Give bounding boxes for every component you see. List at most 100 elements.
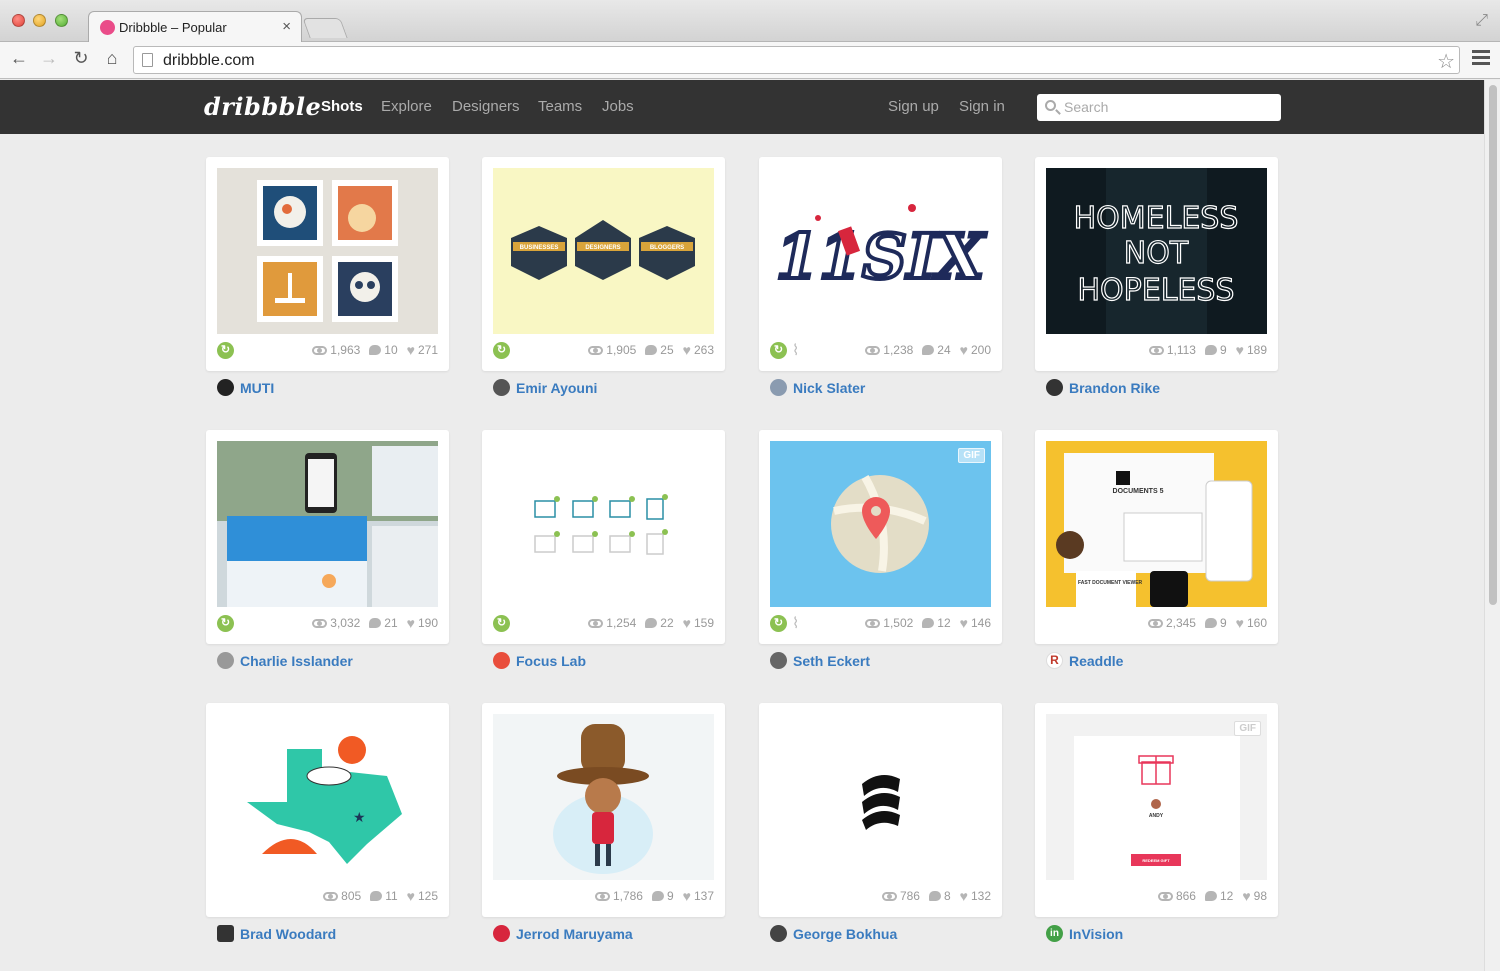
player-link[interactable]: Charlie Isslander [217,652,353,669]
shot-thumbnail[interactable] [217,441,438,607]
shot-card: ↻ 1,254 22 ♥ 159 [482,430,725,644]
search-box[interactable] [1037,94,1281,121]
comments-stat[interactable]: 24 [922,343,951,357]
player-link[interactable]: in InVision [1046,925,1123,942]
player-name[interactable]: InVision [1069,926,1123,942]
rebound-icon[interactable]: ↻ [217,615,234,632]
likes-stat[interactable]: ♥ 146 [960,616,991,630]
likes-stat[interactable]: ♥ 190 [407,616,438,630]
likes-stat[interactable]: ♥ 137 [683,889,714,903]
likes-stat[interactable]: ♥ 98 [1242,889,1267,903]
player-name[interactable]: Emir Ayouni [516,380,597,396]
rebound-icon[interactable]: ↻ [770,615,787,632]
dribbble-logo[interactable]: dribbble [204,92,321,121]
comments-stat[interactable]: 12 [922,616,951,630]
comments-stat[interactable]: 9 [651,889,674,903]
player-name[interactable]: Brandon Rike [1069,380,1160,396]
new-tab-button[interactable] [302,18,348,38]
player-link[interactable]: MUTI [217,379,274,396]
attachment-icon[interactable]: ⌇ [792,615,809,632]
likes-stat[interactable]: ♥ 263 [683,343,714,357]
player-name[interactable]: MUTI [240,380,274,396]
browser-tab[interactable]: Dribbble – Popular × [88,11,302,43]
nav-jobs[interactable]: Jobs [602,98,634,115]
back-arrow-icon[interactable]: ← [8,48,30,69]
browser-menu-icon[interactable] [1472,50,1490,68]
shot-thumbnail[interactable] [217,168,438,334]
player-name[interactable]: Readdle [1069,653,1123,669]
player-link[interactable]: R Readdle [1046,652,1123,669]
player-link[interactable]: Emir Ayouni [493,379,597,396]
nav-explore[interactable]: Explore [381,98,432,115]
comments-stat[interactable]: 25 [645,343,674,357]
comments-stat[interactable]: 9 [1204,616,1227,630]
close-window-button[interactable] [12,14,25,27]
nav-designers[interactable]: Designers [452,98,520,115]
shot-thumbnail[interactable]: GIF [770,441,991,607]
player-link[interactable]: George Bokhua [770,925,897,942]
shot-thumbnail[interactable]: BUSINESSES DESIGNERS BLOGGERS [493,168,714,334]
player-name[interactable]: Brad Woodard [240,926,336,942]
views-stat: 3,032 [312,616,360,630]
nav-teams[interactable]: Teams [538,98,582,115]
comments-stat[interactable]: 21 [369,616,398,630]
player-link[interactable]: Jerrod Maruyama [493,925,633,942]
tab-close-icon[interactable]: × [282,18,291,35]
player-name[interactable]: Nick Slater [793,380,865,396]
address-bar[interactable]: dribbble.com ☆ [133,46,1460,74]
rebound-icon[interactable]: ↻ [217,342,234,359]
player-link[interactable]: Seth Eckert [770,652,870,669]
sign-up-link[interactable]: Sign up [888,98,939,115]
shot-thumbnail[interactable]: 11SIX [770,168,991,334]
forward-arrow-icon[interactable]: → [38,48,60,69]
comments-stat[interactable]: 12 [1204,889,1233,903]
bookmark-star-icon[interactable]: ☆ [1437,49,1455,74]
player-link[interactable]: Focus Lab [493,652,586,669]
likes-stat[interactable]: ♥ 159 [683,616,714,630]
scroll-thumb[interactable] [1489,85,1497,605]
player-link[interactable]: Nick Slater [770,379,865,396]
likes-stat[interactable]: ♥ 200 [960,343,991,357]
player-name[interactable]: Seth Eckert [793,653,870,669]
minimize-window-button[interactable] [33,14,46,27]
heart-icon: ♥ [406,342,415,358]
likes-stat[interactable]: ♥ 132 [960,889,991,903]
rebound-icon[interactable]: ↻ [770,342,787,359]
likes-stat[interactable]: ♥ 271 [407,343,438,357]
comments-stat[interactable]: 22 [645,616,674,630]
search-input[interactable] [1064,97,1269,117]
eye-icon [1157,891,1173,901]
player-name[interactable]: George Bokhua [793,926,897,942]
likes-stat[interactable]: ♥ 160 [1236,616,1267,630]
rebound-icon[interactable]: ↻ [493,615,510,632]
player-link[interactable]: Brandon Rike [1046,379,1160,396]
home-icon[interactable]: ⌂ [101,48,123,69]
reload-icon[interactable]: ↻ [70,48,92,69]
attachment-icon[interactable]: ⌇ [792,342,809,359]
nav-shots[interactable]: Shots [321,98,363,115]
rebound-icon[interactable]: ↻ [493,342,510,359]
comments-stat[interactable]: 9 [1204,343,1227,357]
shot-thumbnail[interactable] [493,714,714,880]
comments-stat[interactable]: 8 [928,889,951,903]
player-name[interactable]: Charlie Isslander [240,653,353,669]
url-text[interactable]: dribbble.com [163,52,255,70]
player-name[interactable]: Jerrod Maruyama [516,926,633,942]
likes-stat[interactable]: ♥ 189 [1236,343,1267,357]
likes-stat[interactable]: ♥ 125 [407,889,438,903]
comments-stat[interactable]: 11 [370,889,398,903]
shot-stats: 786 8 ♥ 132 [881,889,991,903]
zoom-window-button[interactable] [55,14,68,27]
shot-thumbnail[interactable] [770,714,991,880]
comments-stat[interactable]: 10 [369,343,398,357]
shot-thumbnail[interactable]: ★ [217,714,438,880]
page-scrollbar[interactable] [1484,80,1500,971]
sign-in-link[interactable]: Sign in [959,98,1005,115]
fullscreen-icon[interactable]: ⤢ [1475,12,1488,30]
shot-thumbnail[interactable]: ANDY REDEEM GIFT GIF [1046,714,1267,880]
player-link[interactable]: Brad Woodard [217,925,336,942]
shot-thumbnail[interactable]: DOCUMENTS 5 FAST DOCUMENT VIEWER [1046,441,1267,607]
shot-thumbnail[interactable] [493,441,714,607]
shot-thumbnail[interactable]: HOMELESS NOT HOPELESS [1046,168,1267,334]
player-name[interactable]: Focus Lab [516,653,586,669]
